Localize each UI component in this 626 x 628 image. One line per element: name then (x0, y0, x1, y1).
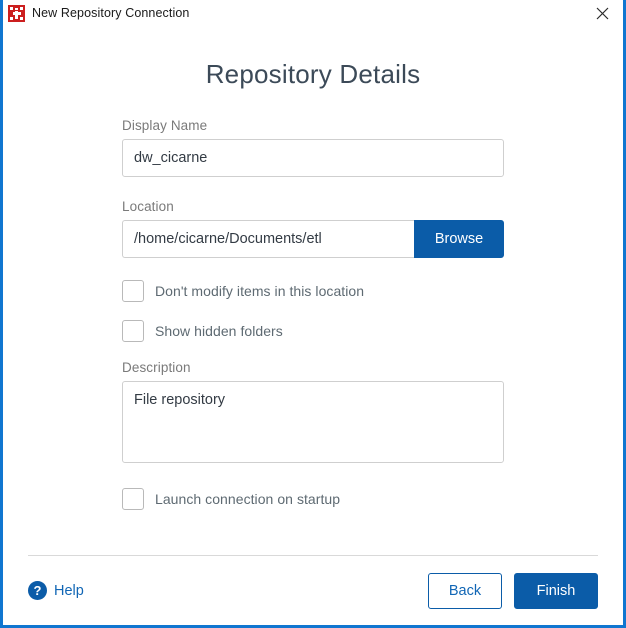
description-field-group: Description (122, 360, 504, 468)
launch-on-startup-checkbox[interactable] (122, 488, 144, 510)
window-title: New Repository Connection (32, 6, 190, 20)
location-input[interactable] (122, 220, 414, 258)
show-hidden-folders-label: Show hidden folders (155, 323, 283, 339)
title-bar: New Repository Connection (3, 0, 623, 26)
dialog-window: New Repository Connection Repository Det… (0, 0, 626, 628)
help-link[interactable]: ? Help (28, 581, 84, 600)
dont-modify-label: Don't modify items in this location (155, 283, 365, 299)
display-name-field-group: Display Name (122, 118, 504, 177)
launch-on-startup-label: Launch connection on startup (155, 491, 341, 507)
repository-details-form: Display Name Location Browse Don't modif… (122, 90, 504, 510)
page-title: Repository Details (205, 59, 421, 89)
dialog-footer: ? Help Back Finish (3, 556, 623, 625)
description-label: Description (122, 360, 191, 375)
display-name-input[interactable] (122, 139, 504, 177)
location-label: Location (122, 199, 174, 214)
description-textarea[interactable] (122, 381, 504, 463)
location-input-row: Browse (122, 220, 504, 258)
dont-modify-checkbox-row[interactable]: Don't modify items in this location (122, 280, 504, 302)
close-icon[interactable] (589, 2, 615, 24)
show-hidden-folders-checkbox[interactable] (122, 320, 144, 342)
dont-modify-checkbox[interactable] (122, 280, 144, 302)
question-mark-icon: ? (28, 581, 47, 600)
browse-button[interactable]: Browse (414, 220, 504, 258)
dialog-content: Repository Details Display Name Location… (3, 26, 623, 625)
help-label: Help (54, 582, 84, 599)
finish-button[interactable]: Finish (514, 572, 598, 609)
show-hidden-folders-checkbox-row[interactable]: Show hidden folders (122, 320, 504, 342)
launch-on-startup-checkbox-row[interactable]: Launch connection on startup (122, 488, 504, 510)
display-name-label: Display Name (122, 118, 208, 133)
location-field-group: Location Browse (122, 199, 504, 258)
back-button[interactable]: Back (428, 572, 502, 609)
repository-logo-icon (8, 4, 25, 22)
